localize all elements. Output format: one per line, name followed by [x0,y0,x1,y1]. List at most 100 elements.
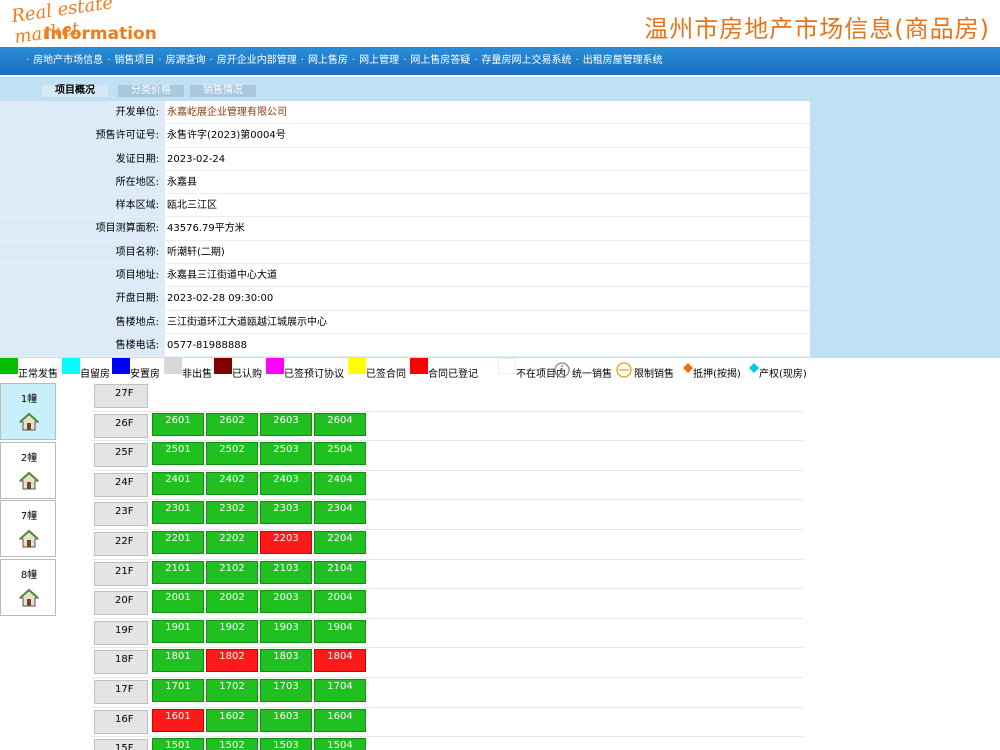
unit-cell[interactable]: 2402 [206,471,258,495]
tab-0[interactable]: 项目概况 [42,85,108,97]
legend-swatch [62,358,80,374]
info-label: 样本区域: [0,194,165,217]
unit-cell[interactable]: 1602 [206,708,258,732]
building-name: 7幢 [20,511,38,522]
unit-cell[interactable]: 1704 [314,679,366,702]
floor-row: 18F 1801 1802 1803 1804 [92,648,804,678]
legend-item: 产权(现房) [746,358,812,380]
unit-cell[interactable]: 2302 [206,501,258,525]
nav-separator: · [474,55,478,66]
floor-label: 18F [94,650,148,675]
unit-cell[interactable]: 2601 [152,412,204,436]
unit-cell[interactable]: 1903 [260,619,312,643]
unit-cell[interactable]: 2304 [314,501,366,525]
nav-item[interactable]: 房地产市场信息 [33,55,103,66]
unit-cell[interactable]: 2501 [152,442,204,466]
unit-cell[interactable]: 1601 [152,708,204,732]
unit-cell[interactable]: 2401 [152,471,204,495]
unit-cell[interactable]: 2201 [152,531,204,554]
unit-cell[interactable]: 2502 [206,442,258,466]
floor-label: 16F [94,709,148,734]
nav-item[interactable]: 网上管理 [359,55,399,66]
unit-cell[interactable]: 2602 [206,412,258,436]
unit-cell[interactable]: 2204 [314,531,366,554]
unit-cell[interactable]: 1804 [314,649,366,673]
floor-row: 17F 1701 1702 1703 1704 [92,678,804,708]
unit-cell[interactable]: 2403 [260,471,312,495]
tab-1[interactable]: 分类价格 [118,85,184,97]
info-value: 永嘉屹展企业管理有限公司 [165,101,810,124]
unit-cell[interactable]: 1603 [260,708,312,732]
unit-cell[interactable]: 1501 [152,738,204,750]
info-label: 售楼电话: [0,333,165,357]
building-tab[interactable]: 1幢 [0,383,56,440]
unit-cell[interactable]: 2202 [206,531,258,554]
floor-label: 22F [94,532,148,556]
unit-cell[interactable]: 2603 [260,412,312,436]
legend-swatch [214,358,232,374]
site-logo[interactable]: Real estate market Information [10,0,186,48]
unit-cell[interactable]: 2003 [260,590,312,614]
unit-cell[interactable]: 2101 [152,560,204,584]
nav-item[interactable]: 出租房屋管理系统 [583,55,663,66]
unit-cell[interactable]: 2004 [314,590,366,614]
nav-separator: · [575,55,579,66]
legend-item: 已签合同 [348,358,408,380]
floor-row: 25F 2501 2502 2503 2504 [92,441,804,471]
nav-separator: · [403,55,407,66]
unit-cell[interactable]: 1901 [152,619,204,643]
unit-cell[interactable]: 2104 [314,560,366,584]
unit-cell[interactable]: 1502 [206,738,258,750]
info-value: 43576.79平方米 [165,217,810,240]
unit-cell[interactable]: 1802 [206,649,258,673]
unit-cell[interactable]: 2303 [260,501,312,525]
floor-row: 19F 1901 1902 1903 1904 [92,619,804,649]
unit-cell[interactable]: 1902 [206,619,258,643]
info-label: 预售许可证号: [0,124,165,147]
nav-item[interactable]: 网上售房 [308,55,348,66]
unit-cell[interactable]: 2503 [260,442,312,466]
nav-separator: · [209,55,213,66]
unit-cell[interactable]: 2102 [206,560,258,584]
nav-item[interactable]: 网上售房答疑 [410,55,470,66]
nav-item[interactable]: 房源查询 [166,55,206,66]
nav-item[interactable]: 销售项目 [114,55,154,66]
unit-cell[interactable]: 1503 [260,738,312,750]
nav-item[interactable]: 房开企业内部管理 [217,55,297,66]
nav-separator: · [158,55,162,66]
unit-cell[interactable]: 1904 [314,619,366,643]
floor-label: 15F [94,739,148,750]
building-tab[interactable]: 7幢 [0,500,56,557]
info-row: 样本区域: 瓯北三江区 [0,194,810,218]
unit-cell[interactable]: 1801 [152,649,204,673]
info-label: 售楼地点: [0,310,165,333]
info-value: 永嘉县 [165,170,810,194]
unit-cell[interactable]: 2203 [260,531,312,554]
building-tab[interactable]: 2幢 [0,441,56,499]
unit-cell[interactable]: 1701 [152,679,204,702]
legend-item: 限制销售 [614,358,678,380]
unit-cell[interactable]: 2103 [260,560,312,584]
nav-item[interactable]: 存量房网上交易系统 [482,55,572,66]
legend-label: 已签合同 [366,369,406,380]
info-value: 三江街道环江大道瓯越江城展示中心 [165,310,810,333]
unit-cell[interactable]: 2301 [152,501,204,525]
info-circle-icon [554,362,570,378]
legend-item: 自留房 [62,358,110,380]
unit-cell[interactable]: 1803 [260,649,312,673]
tab-2[interactable]: 销售情况 [190,85,256,97]
legend-label: 限制销售 [634,369,674,380]
unit-cell[interactable]: 2604 [314,412,366,436]
legend-item: 安置房 [112,358,162,380]
unit-cell[interactable]: 1703 [260,679,312,702]
legend-swatch [348,358,366,374]
unit-cell[interactable]: 2404 [314,471,366,495]
unit-cell[interactable]: 1504 [314,738,366,750]
unit-cell[interactable]: 2002 [206,590,258,614]
unit-cell[interactable]: 1702 [206,679,258,702]
unit-cell[interactable]: 2001 [152,590,204,614]
building-tab[interactable]: 8幢 [0,558,56,616]
legend-swatch [112,358,130,374]
unit-cell[interactable]: 1604 [314,708,366,732]
unit-cell[interactable]: 2504 [314,442,366,466]
